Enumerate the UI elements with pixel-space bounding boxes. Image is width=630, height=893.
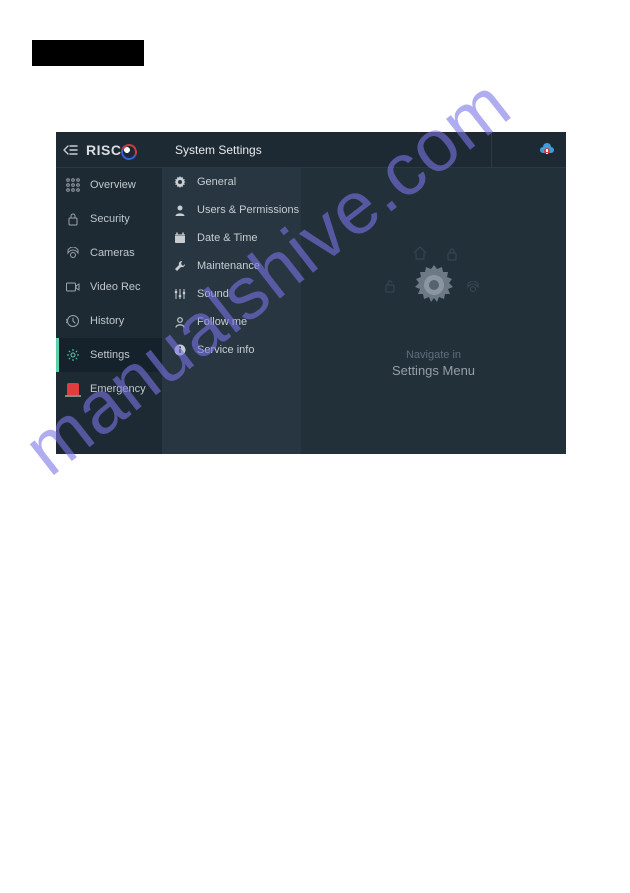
sliders-icon xyxy=(173,288,187,300)
lock-icon xyxy=(65,212,81,226)
sidebar-item-label: Settings xyxy=(90,349,130,361)
content-hint: Navigate in Settings Menu xyxy=(392,349,475,378)
sidebar-item-label: Security xyxy=(90,213,130,225)
camera-icon xyxy=(65,247,81,259)
settings-submenu: General Users & Permissions Date & Time … xyxy=(162,168,301,454)
lock-faint-icon xyxy=(446,247,458,261)
settings-item-maintenance[interactable]: Maintenance xyxy=(162,252,301,280)
settings-item-follow-me[interactable]: Follow me xyxy=(162,308,301,336)
settings-item-label: Users & Permissions xyxy=(197,204,299,216)
header-left: RISC xyxy=(56,142,162,158)
sidebar-item-video-rec[interactable]: Video Rec xyxy=(56,270,162,304)
user-icon xyxy=(173,204,187,216)
header-right xyxy=(538,143,566,157)
sidebar-item-emergency[interactable]: Emergency xyxy=(56,372,162,406)
sidebar-item-overview[interactable]: Overview xyxy=(56,168,162,202)
page-title: System Settings xyxy=(162,143,262,157)
video-icon xyxy=(65,282,81,292)
gear-illustration xyxy=(374,245,494,335)
calendar-icon xyxy=(173,232,187,244)
sidebar: Overview Security Camera xyxy=(56,168,162,454)
grid-icon xyxy=(65,178,81,192)
header-bar: RISC System Settings xyxy=(56,132,566,168)
header-divider xyxy=(491,132,492,168)
settings-item-sound[interactable]: Sound xyxy=(162,280,301,308)
menu-collapse-icon[interactable] xyxy=(62,143,78,157)
hint-line2: Settings Menu xyxy=(392,363,475,378)
settings-item-users[interactable]: Users & Permissions xyxy=(162,196,301,224)
brand-swirl-icon xyxy=(121,144,133,156)
sidebar-item-label: Overview xyxy=(90,179,136,191)
big-gear-icon xyxy=(412,263,456,307)
settings-item-label: General xyxy=(197,176,236,188)
sidebar-item-cameras[interactable]: Cameras xyxy=(56,236,162,270)
sidebar-item-label: Video Rec xyxy=(90,281,141,293)
sidebar-item-label: Cameras xyxy=(90,247,135,259)
history-icon xyxy=(65,314,81,328)
wrench-icon xyxy=(173,260,187,272)
settings-item-service-info[interactable]: Service info xyxy=(162,336,301,364)
settings-item-label: Date & Time xyxy=(197,232,258,244)
content-area: Navigate in Settings Menu xyxy=(301,168,566,454)
active-stripe xyxy=(56,338,59,372)
user-outline-icon xyxy=(173,316,187,328)
sidebar-item-label: History xyxy=(90,315,124,327)
settings-item-general[interactable]: General xyxy=(162,168,301,196)
gear-icon xyxy=(65,348,81,362)
hint-line1: Navigate in xyxy=(392,349,475,361)
info-icon xyxy=(173,344,187,356)
gear-solid-icon xyxy=(173,176,187,188)
sidebar-item-security[interactable]: Security xyxy=(56,202,162,236)
brand-logo: RISC xyxy=(86,142,133,158)
cloud-status-icon[interactable] xyxy=(538,143,556,157)
lock-open-faint-icon xyxy=(384,279,396,293)
app-window: RISC System Settings xyxy=(56,132,566,454)
settings-item-label: Service info xyxy=(197,344,254,356)
sidebar-item-label: Emergency xyxy=(90,383,146,395)
sidebar-item-settings[interactable]: Settings xyxy=(56,338,162,372)
top-black-bar xyxy=(32,40,144,66)
app-body: Overview Security Camera xyxy=(56,168,566,454)
brand-text: RISC xyxy=(86,142,121,158)
home-faint-icon xyxy=(412,245,428,261)
sidebar-item-history[interactable]: History xyxy=(56,304,162,338)
settings-item-label: Sound xyxy=(197,288,229,300)
settings-item-label: Maintenance xyxy=(197,260,260,272)
settings-item-label: Follow me xyxy=(197,316,247,328)
emergency-icon xyxy=(65,383,81,395)
camera-faint-icon xyxy=(466,281,480,293)
settings-item-date-time[interactable]: Date & Time xyxy=(162,224,301,252)
